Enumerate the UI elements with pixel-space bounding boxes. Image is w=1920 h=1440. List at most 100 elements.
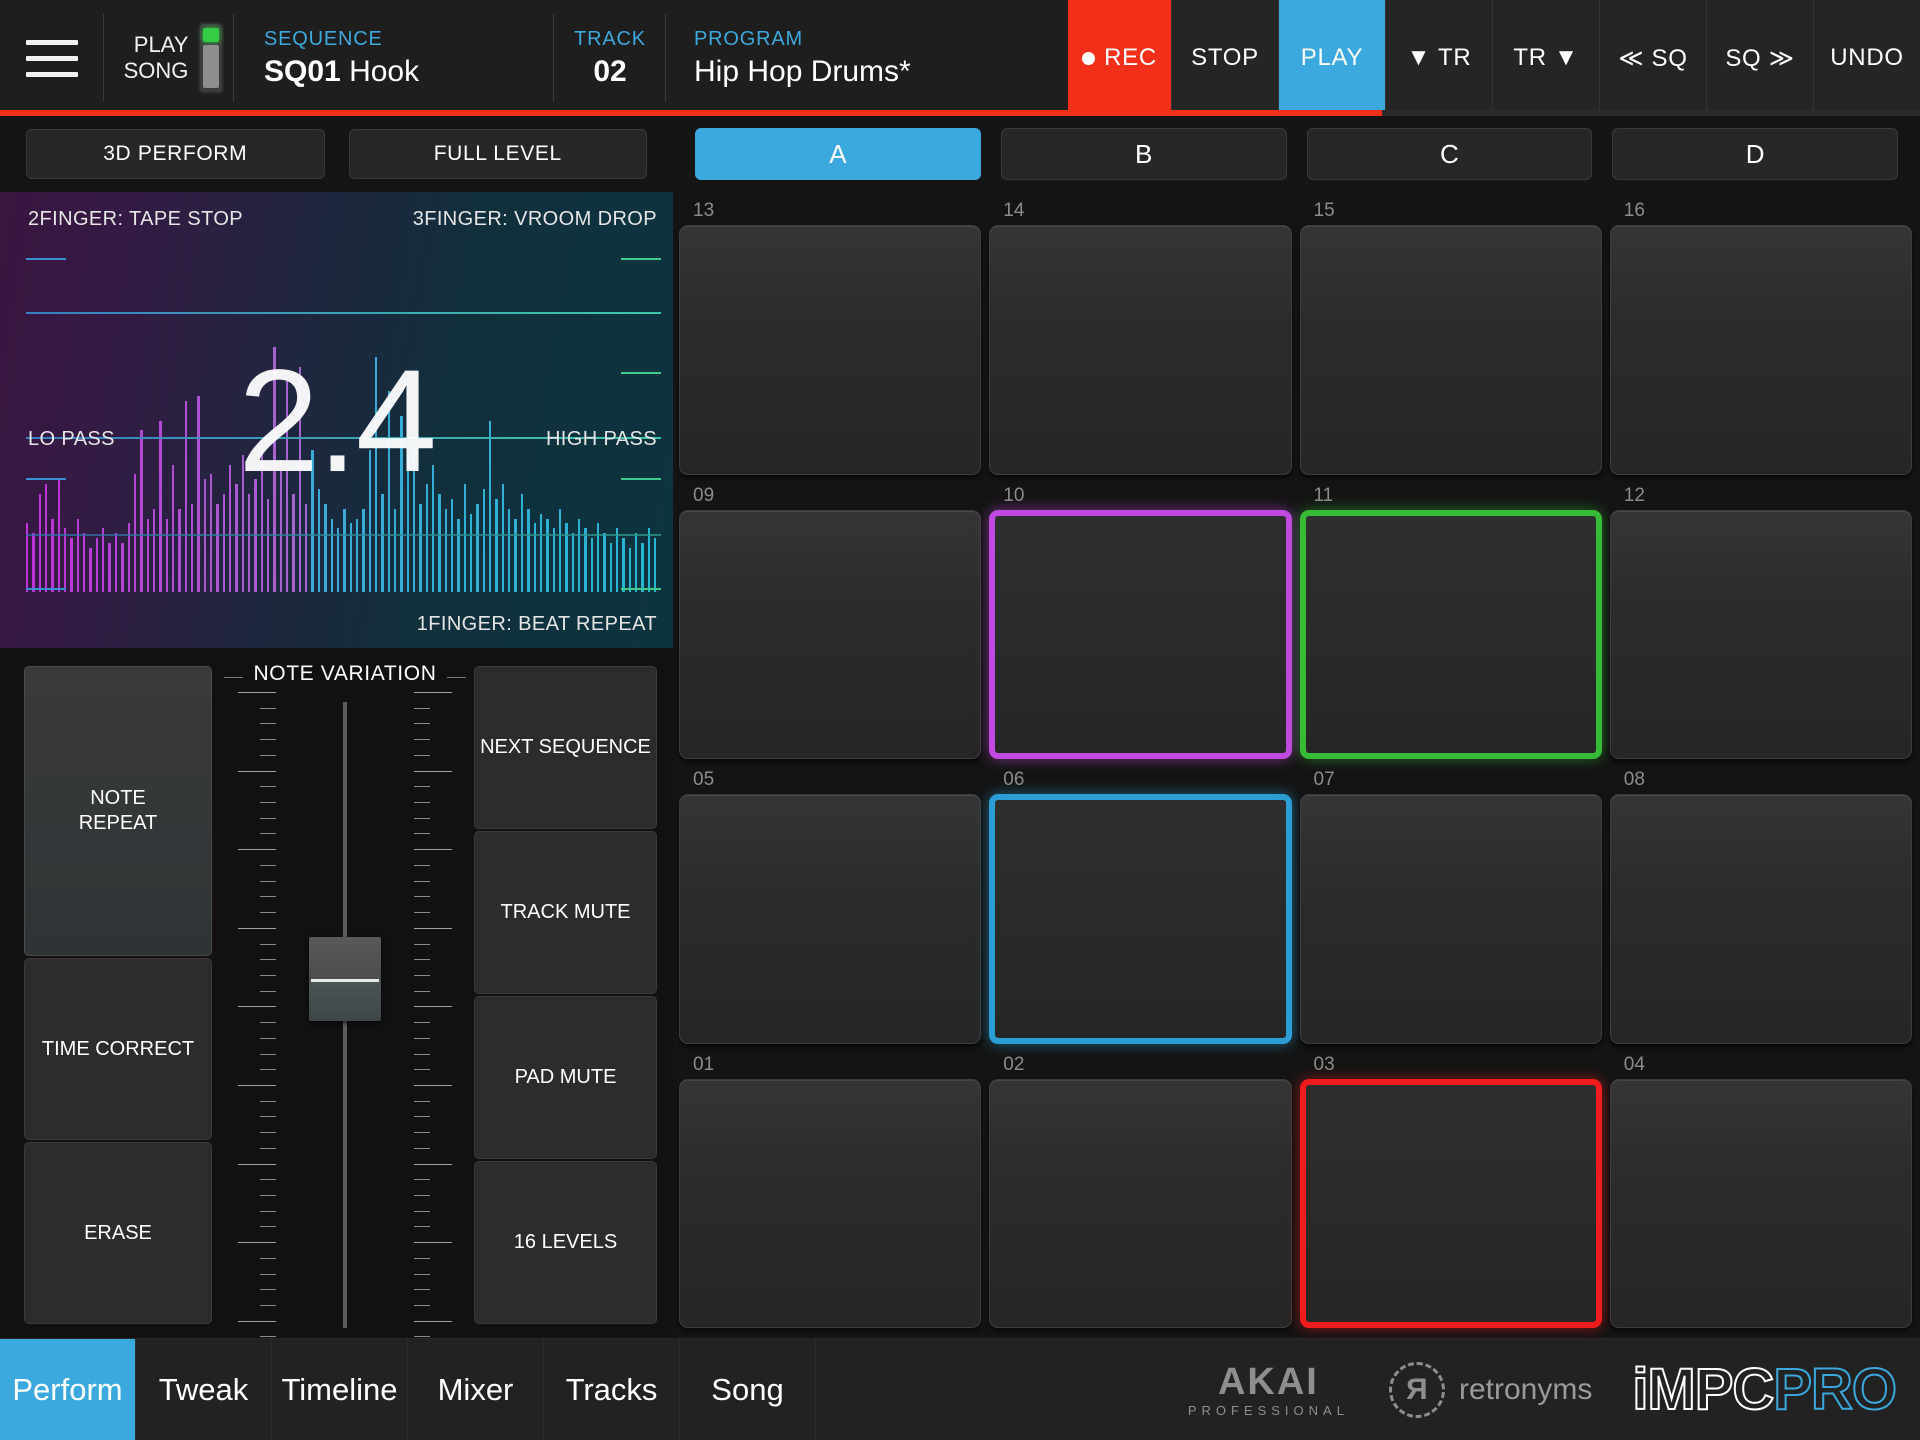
track-display[interactable]: TRACK 02 — [554, 0, 666, 116]
pad-16[interactable] — [1609, 225, 1912, 475]
spectrum-bar — [457, 518, 460, 592]
tab-timeline[interactable]: Timeline — [272, 1339, 408, 1440]
track-prev-button[interactable]: ▼ TR — [1385, 0, 1492, 116]
spectrum-bar — [622, 538, 625, 592]
bank-d[interactable]: D — [1612, 128, 1898, 180]
pad-08[interactable] — [1609, 794, 1912, 1044]
pad-10[interactable] — [989, 509, 1292, 759]
sequence-display[interactable]: SEQUENCE SQ01 Hook — [234, 0, 554, 116]
program-display[interactable]: PROGRAM Hip Hop Drums* — [666, 0, 1068, 116]
akai-logo: AKAI PROFESSIONAL — [1188, 1363, 1349, 1417]
pad-14[interactable] — [989, 225, 1292, 475]
pad-01[interactable] — [679, 1078, 982, 1328]
mode-button-row: 3D PERFORM FULL LEVEL — [0, 116, 673, 192]
sequence-progress-bar — [0, 110, 1920, 116]
bank-a[interactable]: A — [695, 128, 981, 180]
fader-tick — [260, 864, 276, 866]
fader-handle[interactable] — [309, 937, 381, 1022]
pad-12[interactable] — [1609, 509, 1912, 759]
pad-13[interactable] — [679, 225, 982, 475]
spectrum-bar — [539, 513, 543, 592]
pad-cell-09: 09 — [679, 483, 982, 759]
pad-04[interactable] — [1609, 1078, 1912, 1328]
xy-gesture-label-1finger: 1FINGER: BEAT REPEAT — [416, 613, 657, 635]
fader-tick — [260, 1336, 276, 1338]
time-correct-button[interactable]: TIME CORRECT — [24, 958, 212, 1140]
pad-cell-05: 05 — [679, 767, 982, 1044]
pad-number: 14 — [1003, 200, 1025, 221]
impc-wordmark: iMPC — [1631, 1356, 1775, 1423]
pad-07[interactable] — [1299, 794, 1602, 1044]
note-repeat-button[interactable]: NOTE REPEAT — [24, 666, 212, 956]
pad-cell-07: 07 — [1299, 767, 1602, 1044]
fader-tick — [260, 1305, 276, 1307]
bank-c[interactable]: C — [1306, 128, 1593, 180]
full-level-button[interactable]: FULL LEVEL — [348, 129, 647, 179]
transport-buttons: REC STOP PLAY ▼ TR TR ▼ ≪ SQ SQ ≫ UNDO — [1068, 0, 1920, 116]
stop-button[interactable]: STOP — [1171, 0, 1278, 116]
spectrum-bar — [305, 503, 308, 592]
pad-mute-button[interactable]: PAD MUTE — [474, 996, 657, 1159]
undo-button[interactable]: UNDO — [1813, 0, 1920, 116]
spectrum-bar — [438, 494, 441, 592]
fader-tick — [414, 1022, 430, 1024]
bank-a-label: A — [829, 138, 847, 169]
fader-tick — [414, 1053, 430, 1055]
pad-number: 05 — [693, 769, 715, 790]
pad-cell-02: 02 — [989, 1052, 1292, 1328]
pad-number: 03 — [1313, 1053, 1335, 1075]
spectrum-bar — [514, 518, 517, 592]
fader-track[interactable] — [224, 692, 466, 1338]
fader-tick — [414, 927, 452, 929]
tab-tweak[interactable]: Tweak — [136, 1339, 272, 1440]
tab-tracks[interactable]: Tracks — [544, 1339, 680, 1440]
next-sequence-button[interactable]: NEXT SEQUENCE — [474, 666, 657, 829]
spectrum-bar — [476, 503, 479, 592]
3d-perform-button[interactable]: 3D PERFORM — [26, 129, 325, 179]
play-song-toggle[interactable]: PLAY SONG — [104, 0, 234, 116]
xy-gesture-label-2finger: 2FINGER: TAPE STOP — [28, 208, 244, 230]
xy-performance-pad[interactable]: 2FINGER: TAPE STOP 3FINGER: VROOM DROP L… — [0, 192, 673, 648]
note-variation-fader[interactable]: NOTE VARIATION — [224, 656, 466, 1338]
tab-tracks-label: Tracks — [565, 1371, 658, 1407]
seq-prev-button-label: ≪ SQ — [1618, 44, 1688, 72]
pad-02[interactable] — [989, 1078, 1292, 1328]
pad-03[interactable] — [1299, 1078, 1602, 1328]
pad-05[interactable] — [679, 794, 982, 1044]
fader-tick — [414, 1226, 430, 1228]
fader-tick — [260, 1100, 276, 1102]
spectrum-bar — [571, 533, 574, 592]
fader-tick — [260, 786, 276, 788]
song-mode-switch[interactable] — [198, 22, 225, 94]
tab-song-label: Song — [711, 1371, 784, 1407]
fader-tick — [414, 1195, 430, 1196]
tab-song[interactable]: Song — [680, 1339, 816, 1440]
pad-11[interactable] — [1299, 509, 1602, 759]
seq-next-button[interactable]: SQ ≫ — [1706, 0, 1813, 116]
pad-number: 10 — [1003, 484, 1025, 506]
seq-prev-button[interactable]: ≪ SQ — [1599, 0, 1706, 116]
pad-06[interactable] — [989, 794, 1292, 1044]
menu-button[interactable] — [0, 0, 104, 116]
fader-tick — [260, 739, 276, 741]
spectrum-bar — [641, 543, 644, 592]
pad-15[interactable] — [1299, 225, 1602, 475]
erase-button[interactable]: ERASE — [24, 1142, 212, 1324]
pad-09[interactable] — [679, 509, 982, 759]
16-levels-button[interactable]: 16 LEVELS — [474, 1161, 657, 1324]
bank-b[interactable]: B — [1000, 128, 1287, 180]
track-next-button-label: TR ▼ — [1513, 44, 1579, 71]
spectrum-bar — [324, 503, 327, 592]
tab-perform[interactable]: Perform — [0, 1339, 136, 1440]
note-repeat-label: NOTE REPEAT — [78, 787, 158, 834]
tab-mixer[interactable]: Mixer — [408, 1339, 544, 1440]
rec-button[interactable]: REC — [1068, 0, 1171, 116]
fader-tick — [260, 959, 276, 961]
sequence-name: Hook — [349, 54, 420, 88]
note-variation-title: NOTE VARIATION — [253, 662, 437, 685]
track-next-button[interactable]: TR ▼ — [1492, 0, 1599, 116]
left-panel: 3D PERFORM FULL LEVEL 2FINGER: TAPE STOP… — [0, 116, 673, 1338]
fader-tick — [414, 707, 430, 709]
track-mute-button[interactable]: TRACK MUTE — [474, 831, 657, 994]
play-button[interactable]: PLAY — [1278, 0, 1385, 116]
